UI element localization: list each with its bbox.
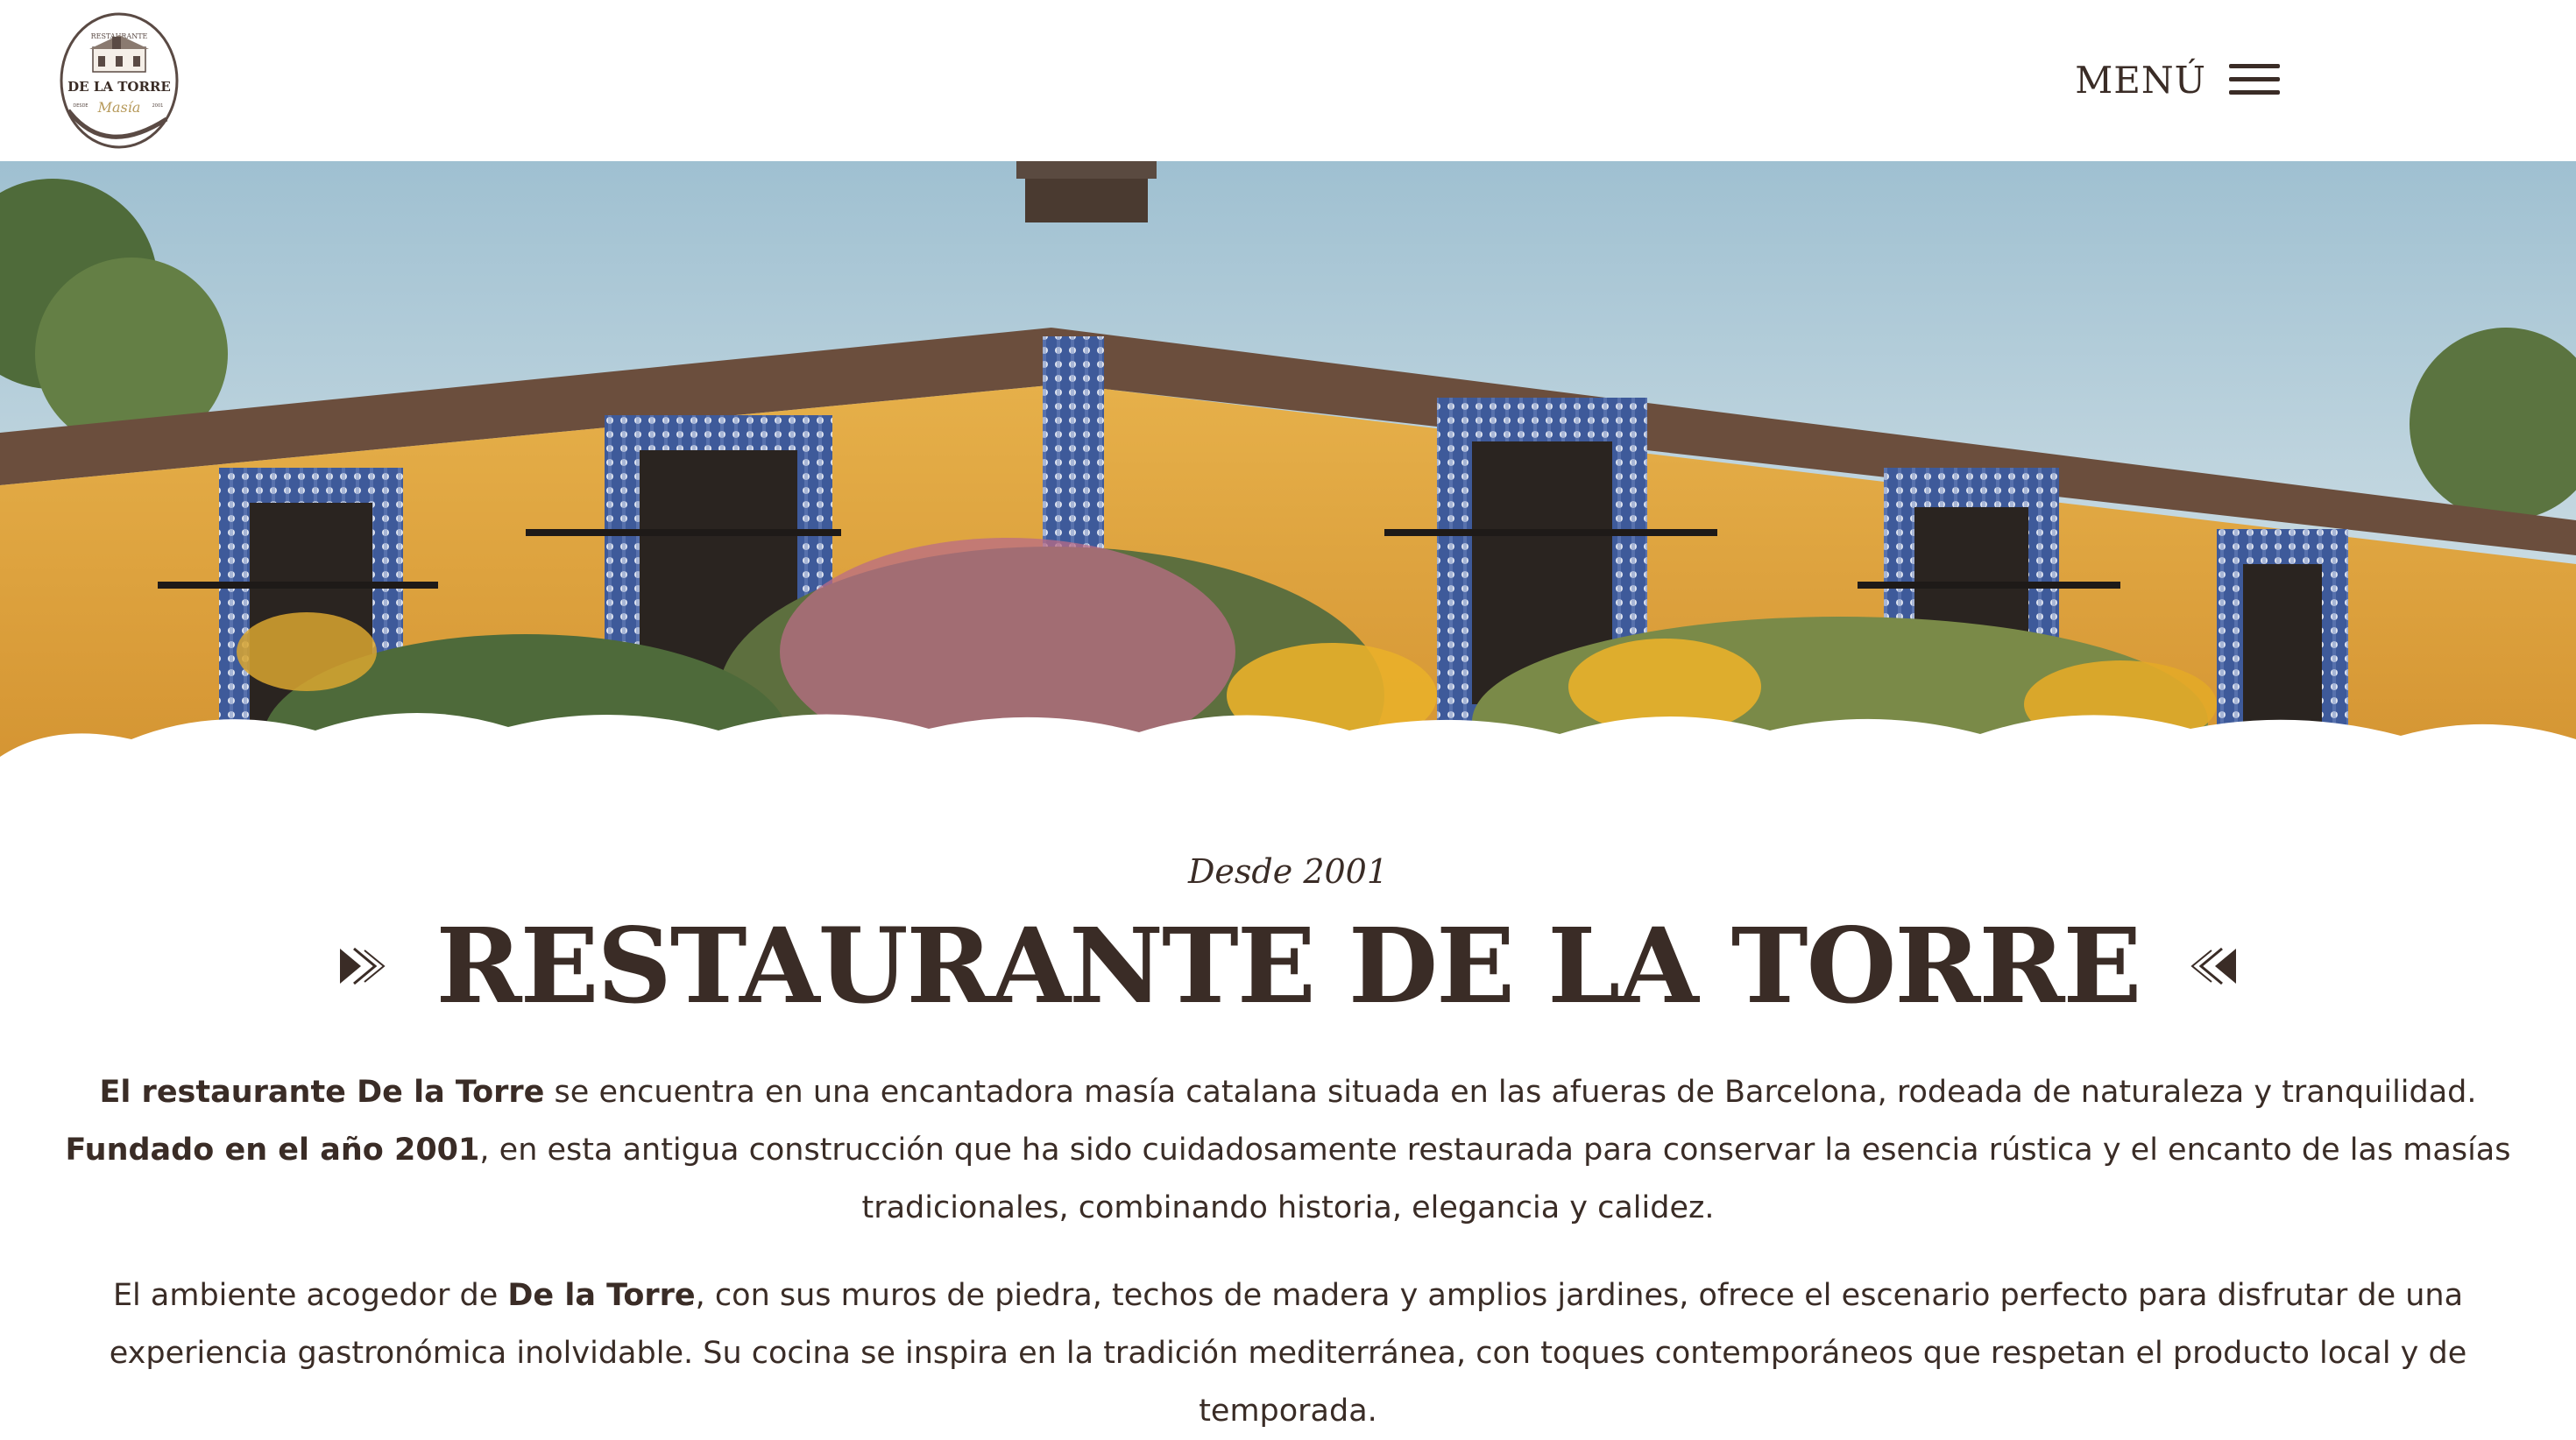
restaurant-logo[interactable]: RESTAURANTE DE LA TORRE Masía DESDE 2001: [53, 5, 184, 152]
page-title: RESTAURANTE DE LA TORRE: [435, 905, 2142, 1027]
menu-label: MENÚ: [2075, 58, 2206, 102]
p2-bold-1: De la Torre: [507, 1278, 696, 1313]
p1-text-2: , en esta antigua construcción que ha si…: [479, 1133, 2511, 1225]
hamburger-icon[interactable]: [2229, 62, 2280, 97]
svg-text:DE LA TORRE: DE LA TORRE: [67, 79, 171, 95]
p1-text-1: se encuentra en una encantadora masía ca…: [544, 1075, 2477, 1110]
hero-image: [0, 161, 2576, 792]
svg-text:2001: 2001: [152, 103, 164, 109]
tagline: Desde 2001: [1187, 852, 1389, 891]
hero-illustration: [0, 161, 2576, 792]
menu-toggle[interactable]: MENÚ: [2075, 53, 2280, 107]
svg-text:Masía: Masía: [97, 99, 141, 116]
p1-bold-2: Fundado en el año 2001: [65, 1133, 480, 1168]
p1-bold-1: El restaurante De la Torre: [99, 1075, 545, 1110]
svg-text:DESDE: DESDE: [73, 103, 88, 109]
title-row: RESTAURANTE DE LA TORRE: [0, 909, 2576, 1023]
intro-paragraph-2: El ambiente acogedor de De la Torre, con…: [53, 1267, 2523, 1440]
site-header: RESTAURANTE DE LA TORRE Masía DESDE 2001…: [0, 0, 2576, 161]
p2-text-1: El ambiente acogedor de: [112, 1278, 508, 1313]
right-arrow-ornament-icon: [2190, 947, 2237, 985]
intro-paragraph-1: El restaurante De la Torre se encuentra …: [53, 1063, 2523, 1237]
left-arrow-ornament-icon: [339, 947, 386, 985]
intro-section: Desde 2001 RESTAURANTE DE LA TORRE El re…: [0, 851, 2576, 1440]
